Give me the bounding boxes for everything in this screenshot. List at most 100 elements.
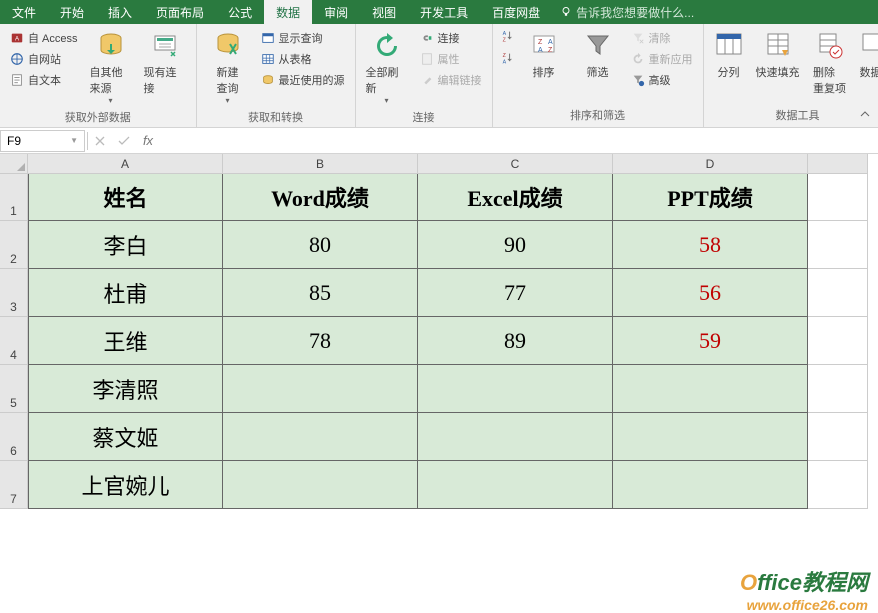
data-cell[interactable] bbox=[418, 413, 613, 461]
row-header[interactable]: 7 bbox=[0, 461, 28, 509]
sort-button[interactable]: ZAAZ 排序 bbox=[519, 28, 569, 82]
column-header[interactable] bbox=[808, 154, 868, 174]
data-cell[interactable]: 李清照 bbox=[28, 365, 223, 413]
cell[interactable] bbox=[808, 174, 868, 221]
row-headers: 1234567 bbox=[0, 174, 28, 509]
data-cell[interactable]: 59 bbox=[613, 317, 808, 365]
tab-developer[interactable]: 开发工具 bbox=[408, 0, 480, 24]
data-cell[interactable]: 80 bbox=[223, 221, 418, 269]
header-cell[interactable]: 姓名 bbox=[28, 174, 223, 221]
existing-connections-button[interactable]: 现有连接 bbox=[140, 28, 190, 98]
cell[interactable] bbox=[808, 461, 868, 509]
watermark: Office教程网 www.office26.com bbox=[740, 565, 868, 613]
text-to-columns-button[interactable]: 分列 bbox=[710, 28, 748, 82]
insert-function-button[interactable]: fx bbox=[136, 130, 160, 152]
data-cell[interactable] bbox=[418, 461, 613, 509]
watermark-url: www.office26.com bbox=[740, 597, 868, 613]
data-cell[interactable]: 56 bbox=[613, 269, 808, 317]
cell[interactable] bbox=[808, 365, 868, 413]
show-queries-button[interactable]: 显示查询 bbox=[257, 28, 349, 48]
tab-view[interactable]: 视图 bbox=[360, 0, 408, 24]
dropdown-icon: ▾ bbox=[109, 96, 113, 105]
tab-formulas[interactable]: 公式 bbox=[216, 0, 264, 24]
data-cell[interactable]: 89 bbox=[418, 317, 613, 365]
web-icon bbox=[10, 52, 24, 66]
data-cell[interactable] bbox=[223, 461, 418, 509]
name-box[interactable]: F9 ▼ bbox=[0, 130, 85, 152]
filter-button[interactable]: 筛选 bbox=[573, 28, 623, 82]
from-text-button[interactable]: 自文本 bbox=[6, 70, 82, 90]
data-cell[interactable]: 90 bbox=[418, 221, 613, 269]
confirm-formula-button[interactable] bbox=[112, 130, 136, 152]
cell[interactable] bbox=[808, 413, 868, 461]
edit-links-button[interactable]: 编辑链接 bbox=[416, 70, 486, 90]
data-cell[interactable] bbox=[223, 413, 418, 461]
data-cell[interactable]: 蔡文姬 bbox=[28, 413, 223, 461]
data-cell[interactable]: 王维 bbox=[28, 317, 223, 365]
tab-pagelayout[interactable]: 页面布局 bbox=[144, 0, 216, 24]
row-header[interactable]: 4 bbox=[0, 317, 28, 365]
from-web-button[interactable]: 自网站 bbox=[6, 49, 82, 69]
row-header[interactable]: 1 bbox=[0, 174, 28, 221]
dropdown-icon: ▾ bbox=[385, 96, 389, 105]
sort-za-button[interactable]: ZA bbox=[499, 50, 515, 66]
select-all-button[interactable] bbox=[0, 154, 28, 174]
refresh-all-button[interactable]: 全部刷新▾ bbox=[362, 28, 412, 107]
cancel-formula-button[interactable] bbox=[88, 130, 112, 152]
flash-fill-button[interactable]: 快速填充 bbox=[752, 28, 804, 82]
data-cell[interactable] bbox=[613, 365, 808, 413]
from-access-button[interactable]: A自 Access bbox=[6, 28, 82, 48]
data-cell[interactable]: 李白 bbox=[28, 221, 223, 269]
header-cell[interactable]: PPT成绩 bbox=[613, 174, 808, 221]
data-validation-button[interactable]: 数据 bbox=[856, 28, 878, 82]
data-cell[interactable] bbox=[613, 461, 808, 509]
tab-data[interactable]: 数据 bbox=[264, 0, 312, 24]
refresh-icon bbox=[371, 30, 403, 62]
properties-button[interactable]: 属性 bbox=[416, 49, 486, 69]
header-cell[interactable]: Excel成绩 bbox=[418, 174, 613, 221]
header-cell[interactable]: Word成绩 bbox=[223, 174, 418, 221]
data-cell[interactable]: 58 bbox=[613, 221, 808, 269]
clear-filter-button[interactable]: 清除 bbox=[627, 28, 697, 48]
formula-input[interactable] bbox=[160, 130, 878, 152]
from-other-sources-button[interactable]: 自其他来源▾ bbox=[86, 28, 136, 107]
cell[interactable] bbox=[808, 317, 868, 365]
tab-insert[interactable]: 插入 bbox=[96, 0, 144, 24]
connections-button[interactable]: 连接 bbox=[416, 28, 486, 48]
data-cell[interactable]: 77 bbox=[418, 269, 613, 317]
data-cell[interactable]: 85 bbox=[223, 269, 418, 317]
ribbon-group-external-data: A自 Access 自网站 自文本 自其他来源▾ 现有连接 获取外部数据 bbox=[0, 24, 197, 127]
recent-sources-button[interactable]: 最近使用的源 bbox=[257, 70, 349, 90]
cell[interactable] bbox=[808, 269, 868, 317]
tab-home[interactable]: 开始 bbox=[48, 0, 96, 24]
tab-file[interactable]: 文件 bbox=[0, 0, 48, 24]
column-header[interactable]: D bbox=[613, 154, 808, 174]
cell[interactable] bbox=[808, 221, 868, 269]
svg-text:Z: Z bbox=[538, 39, 543, 46]
row-header[interactable]: 6 bbox=[0, 413, 28, 461]
advanced-filter-button[interactable]: 高级 bbox=[627, 70, 697, 90]
from-table-button[interactable]: 从表格 bbox=[257, 49, 349, 69]
group-label: 获取外部数据 bbox=[6, 107, 190, 129]
column-header[interactable]: C bbox=[418, 154, 613, 174]
sort-az-button[interactable]: AZ bbox=[499, 28, 515, 44]
data-cell[interactable]: 杜甫 bbox=[28, 269, 223, 317]
remove-duplicates-button[interactable]: 删除 重复项 bbox=[808, 28, 852, 98]
collapse-ribbon-button[interactable] bbox=[858, 107, 872, 121]
tab-review[interactable]: 审阅 bbox=[312, 0, 360, 24]
data-cell[interactable]: 78 bbox=[223, 317, 418, 365]
data-cell[interactable] bbox=[613, 413, 808, 461]
row-header[interactable]: 3 bbox=[0, 269, 28, 317]
data-cell[interactable]: 上官婉儿 bbox=[28, 461, 223, 509]
tell-me-search[interactable]: 告诉我您想要做什么... bbox=[560, 0, 694, 24]
new-query-button[interactable]: 新建 查询▾ bbox=[203, 28, 253, 107]
data-cell[interactable] bbox=[418, 365, 613, 413]
column-header[interactable]: B bbox=[223, 154, 418, 174]
row-header[interactable]: 5 bbox=[0, 365, 28, 413]
row-header[interactable]: 2 bbox=[0, 221, 28, 269]
column-header[interactable]: A bbox=[28, 154, 223, 174]
data-cell[interactable] bbox=[223, 365, 418, 413]
tab-baidu[interactable]: 百度网盘 bbox=[480, 0, 552, 24]
ribbon-group-data-tools: 分列 快速填充 删除 重复项 数据 数据工具 bbox=[704, 24, 878, 127]
reapply-button[interactable]: 重新应用 bbox=[627, 49, 697, 69]
